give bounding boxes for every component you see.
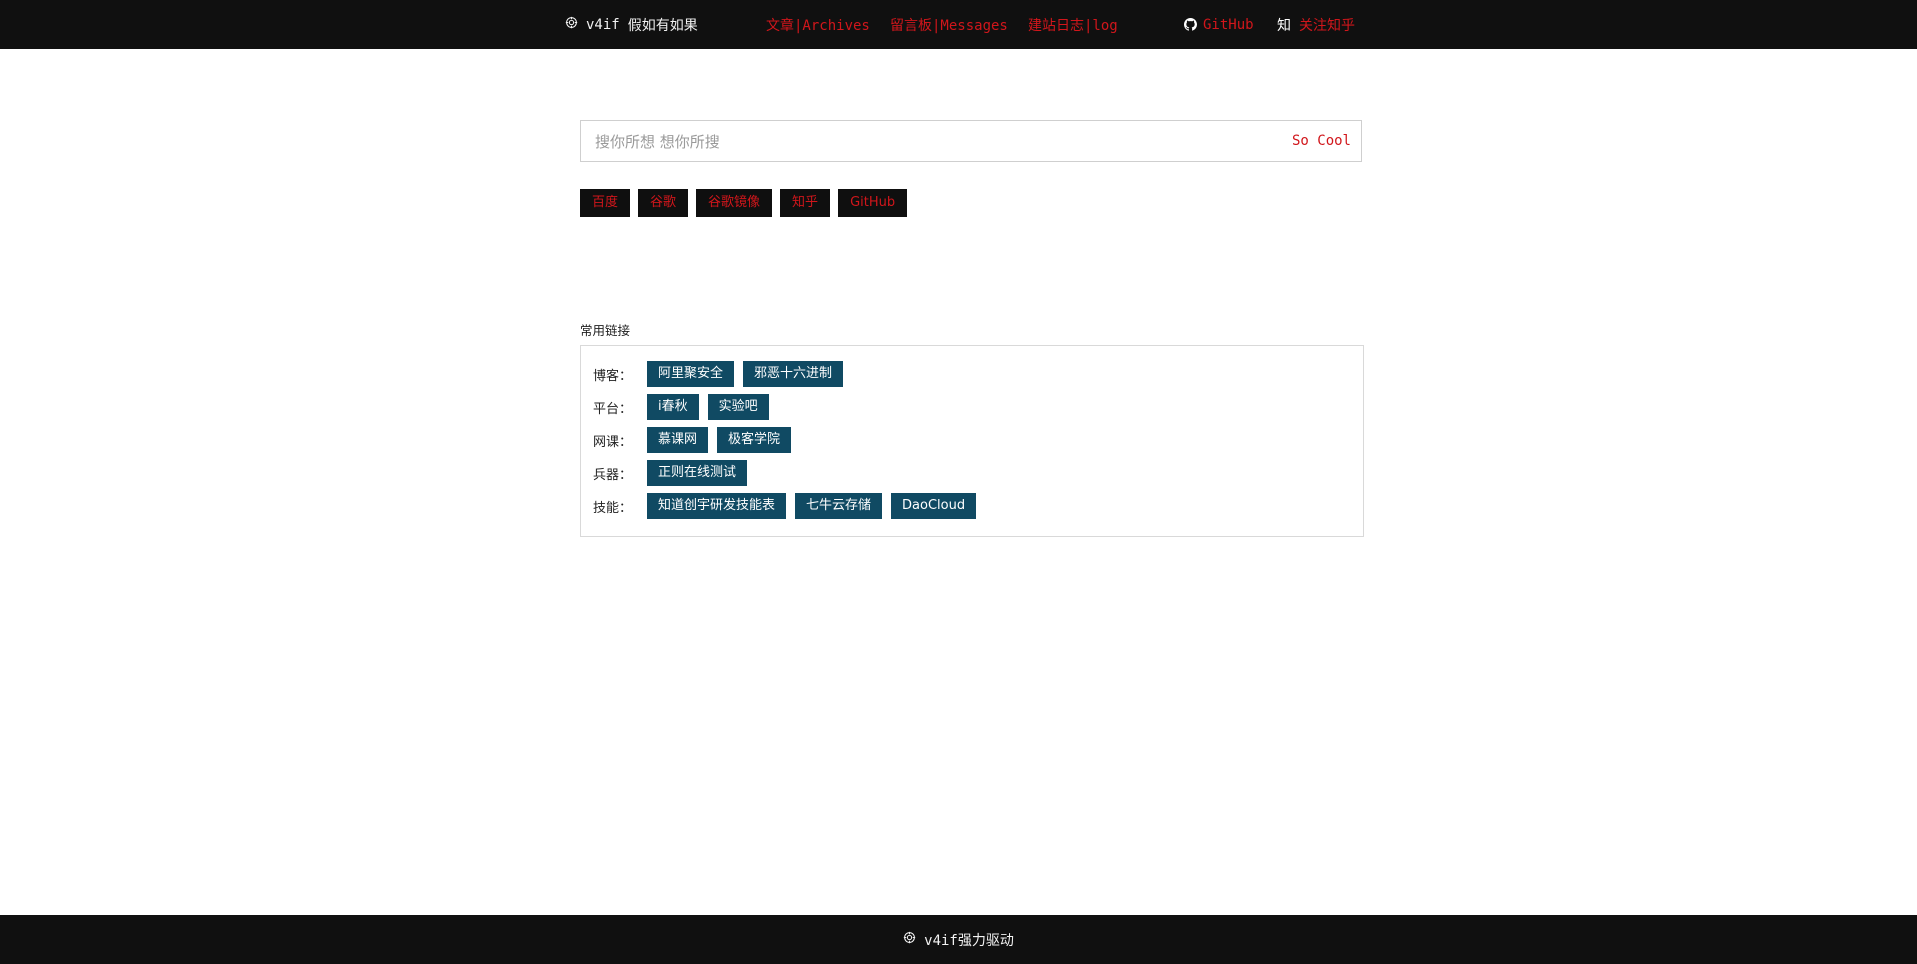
link-row-blogs: 博客： 阿里聚安全 邪恶十六进制 [593, 361, 844, 387]
row-label: 技能： [593, 500, 633, 516]
nav-link-github[interactable]: GitHub [1203, 17, 1254, 33]
link-chip[interactable]: 七牛云存储 [795, 493, 883, 519]
link-chip[interactable]: 阿里聚安全 [647, 361, 735, 387]
settings-cog-icon [565, 16, 578, 33]
brand[interactable]: v4if 假如有如果 [565, 0, 698, 49]
nav-item-zhihu[interactable]: 知 关注知乎 [1277, 0, 1355, 49]
row-label: 博客： [593, 368, 633, 384]
row-label: 平台： [593, 401, 633, 417]
footer-text: v4if强力驱动 [924, 932, 1014, 949]
settings-cog-icon [903, 931, 916, 948]
row-label: 网课： [593, 434, 633, 450]
link-chip[interactable]: 慕课网 [647, 427, 709, 453]
footer: v4if强力驱动 [0, 915, 1917, 964]
row-label: 兵器： [593, 467, 633, 483]
nav-link-zhihu[interactable]: 关注知乎 [1299, 15, 1355, 35]
link-chip[interactable]: 正则在线测试 [647, 460, 748, 486]
search-button[interactable]: So Cool [1292, 121, 1351, 161]
github-icon [1184, 18, 1197, 31]
brand-name: v4if [586, 16, 620, 33]
nav-link-log[interactable]: 建站日志|log [1028, 15, 1118, 35]
link-chip[interactable]: i春秋 [647, 394, 699, 420]
link-row-tools: 兵器： 正则在线测试 [593, 460, 748, 486]
nav-link-archives[interactable]: 文章|Archives [766, 15, 870, 35]
engine-baidu-button[interactable]: 百度 [580, 189, 631, 217]
links-panel: 博客： 阿里聚安全 邪恶十六进制 平台： i春秋 实验吧 网课： 慕课网 极客学… [580, 345, 1364, 537]
engine-google-button[interactable]: 谷歌 [638, 189, 689, 217]
search-box: So Cool [580, 120, 1362, 163]
top-navbar: v4if 假如有如果 文章|Archives 留言板|Messages 建站日志… [0, 0, 1917, 49]
link-chip[interactable]: 极客学院 [717, 427, 792, 453]
engine-zhihu-button[interactable]: 知乎 [780, 189, 831, 217]
zhihu-icon: 知 [1277, 17, 1291, 34]
engine-github-button[interactable]: GitHub [838, 189, 908, 217]
nav-item-log: 建站日志|log [1028, 0, 1118, 49]
engine-google-mirror-button[interactable]: 谷歌镜像 [696, 189, 773, 217]
link-chip[interactable]: 实验吧 [707, 394, 769, 420]
nav-item-archives: 文章|Archives [766, 0, 870, 49]
nav-item-messages: 留言板|Messages [890, 0, 1008, 49]
link-chip[interactable]: 邪恶十六进制 [743, 361, 844, 387]
link-row-skills: 技能： 知道创宇研发技能表 七牛云存储 DaoCloud [593, 493, 977, 519]
link-row-platforms: 平台： i春秋 实验吧 [593, 394, 769, 420]
nav-item-github[interactable]: GitHub [1184, 0, 1254, 49]
nav-link-messages[interactable]: 留言板|Messages [890, 15, 1008, 35]
brand-tagline: 假如有如果 [627, 17, 698, 34]
links-section-title: 常用链接 [580, 323, 631, 338]
link-chip[interactable]: 知道创宇研发技能表 [647, 493, 787, 519]
search-engine-list: 百度 谷歌 谷歌镜像 知乎 GitHub [580, 189, 908, 217]
link-row-courses: 网课： 慕课网 极客学院 [593, 427, 792, 453]
search-input[interactable] [593, 121, 1277, 163]
link-chip[interactable]: DaoCloud [891, 493, 977, 519]
